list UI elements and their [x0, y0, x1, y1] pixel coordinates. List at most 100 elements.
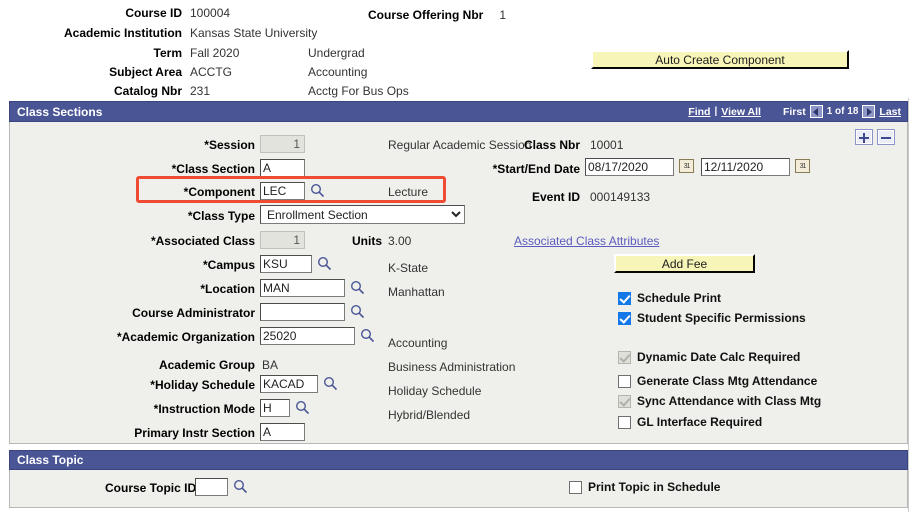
print-topic-in-schedule-checkbox[interactable] [569, 480, 582, 494]
instruction-mode-lookup-magnifier-icon[interactable] [295, 400, 310, 415]
academic-group-description: Business Administration [388, 360, 516, 374]
course-topic-id-input[interactable] [195, 478, 228, 496]
course-id-label: Course ID [125, 6, 182, 20]
checkbox-student-specific-permissions[interactable]: Student Specific Permissions [618, 311, 806, 325]
page-right-edge [908, 98, 920, 512]
academic-organization-label: *Academic Organization [116, 330, 255, 344]
catalog-nbr-value: 231 [190, 84, 211, 98]
campus-label: *Campus [202, 258, 255, 272]
checkbox-generate-class-mtg-attendance[interactable]: Generate Class Mtg Attendance [618, 374, 817, 388]
next-arrow-icon[interactable] [862, 105, 876, 118]
class-section-input[interactable] [260, 159, 305, 177]
class-topic-title: Class Topic [17, 453, 84, 467]
catalog-nbr-description: Acctg For Bus Ops [308, 84, 409, 98]
class-section-label: *Class Section [171, 162, 255, 176]
holiday-schedule-label: *Holiday Schedule [150, 378, 255, 392]
dynamic-date-calc-required-checkbox [618, 350, 631, 364]
term-label: Term [153, 46, 182, 60]
catalog-nbr-label: Catalog Nbr [113, 84, 182, 98]
last-link[interactable]: Last [879, 106, 901, 118]
academic-organization-lookup-magnifier-icon[interactable] [360, 328, 375, 343]
checkbox-dynamic-date-calc-required: Dynamic Date Calc Required [618, 350, 800, 364]
component-label: *Component [183, 185, 255, 199]
add-fee-button[interactable]: Add Fee [614, 254, 755, 273]
print-topic-in-schedule-label: Print Topic in Schedule [588, 480, 721, 494]
start-date-calendar-icon[interactable]: 31 [679, 159, 694, 173]
class-topic-panel: Course Topic ID Print Topic in Schedule [9, 470, 908, 508]
campus-description: K-State [388, 261, 429, 275]
campus-input[interactable] [260, 255, 312, 273]
student-specific-permissions-checkbox[interactable] [618, 311, 631, 325]
schedule-print-label: Schedule Print [637, 291, 722, 305]
course-topic-id-lookup-magnifier-icon[interactable] [233, 479, 248, 494]
course-offering-nbr-value: 1 [499, 8, 507, 22]
dynamic-date-calc-required-label: Dynamic Date Calc Required [637, 350, 801, 364]
course-administrator-lookup-magnifier-icon[interactable] [350, 304, 365, 319]
checkbox-print-topic-in-schedule[interactable]: Print Topic in Schedule [569, 480, 720, 494]
class-type-label: *Class Type [187, 209, 255, 223]
header-row-course-id: Course ID 100004 [0, 4, 230, 22]
location-input[interactable] [260, 279, 345, 297]
minus-icon[interactable] [877, 129, 895, 145]
campus-lookup-magnifier-icon[interactable] [317, 256, 332, 271]
location-description: Manhattan [388, 285, 445, 299]
associated-class-attributes-link[interactable]: Associated Class Attributes [514, 234, 659, 248]
class-topic-group-header: Class Topic [9, 450, 908, 470]
class-sections-group-header: Class Sections Find | View All First 1 o… [9, 101, 908, 122]
instruction-mode-label: *Instruction Mode [153, 402, 255, 416]
instruction-mode-description: Hybrid/Blended [388, 408, 471, 422]
checkbox-sync-attendance-with-class-mtg: Sync Attendance with Class Mtg [618, 394, 821, 408]
course-offering-nbr-label: Course Offering Nbr [368, 8, 484, 22]
session-input [260, 135, 305, 153]
sync-attendance-with-class-mtg-label: Sync Attendance with Class Mtg [637, 394, 822, 408]
find-link[interactable]: Find [688, 106, 710, 118]
row-action-buttons [855, 129, 895, 145]
view-all-link[interactable]: View All [721, 106, 761, 118]
checkbox-schedule-print[interactable]: Schedule Print [618, 291, 721, 305]
auto-create-component-button[interactable]: Auto Create Component [591, 50, 849, 69]
prev-arrow-icon[interactable] [809, 105, 823, 118]
student-specific-permissions-label: Student Specific Permissions [637, 311, 806, 325]
course-topic-id-label: Course Topic ID [105, 481, 197, 495]
component-input[interactable] [260, 182, 305, 200]
subject-area-value: ACCTG [190, 65, 232, 79]
associated-class-input [260, 231, 305, 249]
gl-interface-required-checkbox[interactable] [618, 415, 631, 429]
course-administrator-label: Course Administrator [132, 306, 255, 320]
class-sections-panel: *Session Regular Academic Session *Class… [9, 122, 908, 444]
class-type-select[interactable]: Enrollment Section [260, 205, 465, 224]
component-lookup-magnifier-icon[interactable] [310, 183, 325, 198]
checkbox-gl-interface-required[interactable]: GL Interface Required [618, 415, 762, 429]
location-label: *Location [200, 282, 255, 296]
units-label: Units [352, 234, 382, 248]
component-description: Lecture [388, 185, 429, 199]
class-nbr-label: Class Nbr [523, 138, 580, 152]
row-counter: 1 of 18 [826, 106, 859, 117]
subject-area-description: Accounting [308, 65, 368, 79]
end-date-calendar-icon[interactable]: 31 [795, 159, 810, 173]
nav-separator: | [714, 106, 718, 117]
instruction-mode-input[interactable] [260, 399, 290, 417]
primary-instr-section-label: Primary Instr Section [134, 426, 255, 440]
term-value: Fall 2020 [190, 46, 240, 60]
plus-icon[interactable] [855, 129, 873, 145]
course-administrator-input[interactable] [260, 303, 345, 321]
location-lookup-magnifier-icon[interactable] [350, 280, 365, 295]
header-row-catalog-nbr: Catalog Nbr 231 Acctg For Bus Ops [0, 82, 409, 100]
end-date-input[interactable] [701, 158, 790, 176]
first-label[interactable]: First [783, 106, 806, 118]
header-row-subject-area: Subject Area ACCTG Accounting [0, 63, 367, 81]
start-date-input[interactable] [585, 158, 674, 176]
generate-class-mtg-attendance-checkbox[interactable] [618, 374, 631, 388]
associated-class-label: *Associated Class [150, 234, 255, 248]
session-label: *Session [204, 138, 255, 152]
academic-organization-input[interactable] [260, 327, 355, 345]
primary-instr-section-input[interactable] [260, 423, 305, 441]
grid-navigation: Find | View All First 1 of 18 Last [688, 102, 901, 121]
holiday-schedule-input[interactable] [260, 375, 318, 393]
schedule-print-checkbox[interactable] [618, 291, 631, 305]
holiday-schedule-lookup-magnifier-icon[interactable] [323, 376, 338, 391]
event-id-label: Event ID [531, 190, 580, 204]
header-row-course-offering-nbr: Course Offering Nbr 1 [368, 6, 506, 24]
academic-institution-label: Academic Institution [63, 26, 182, 40]
